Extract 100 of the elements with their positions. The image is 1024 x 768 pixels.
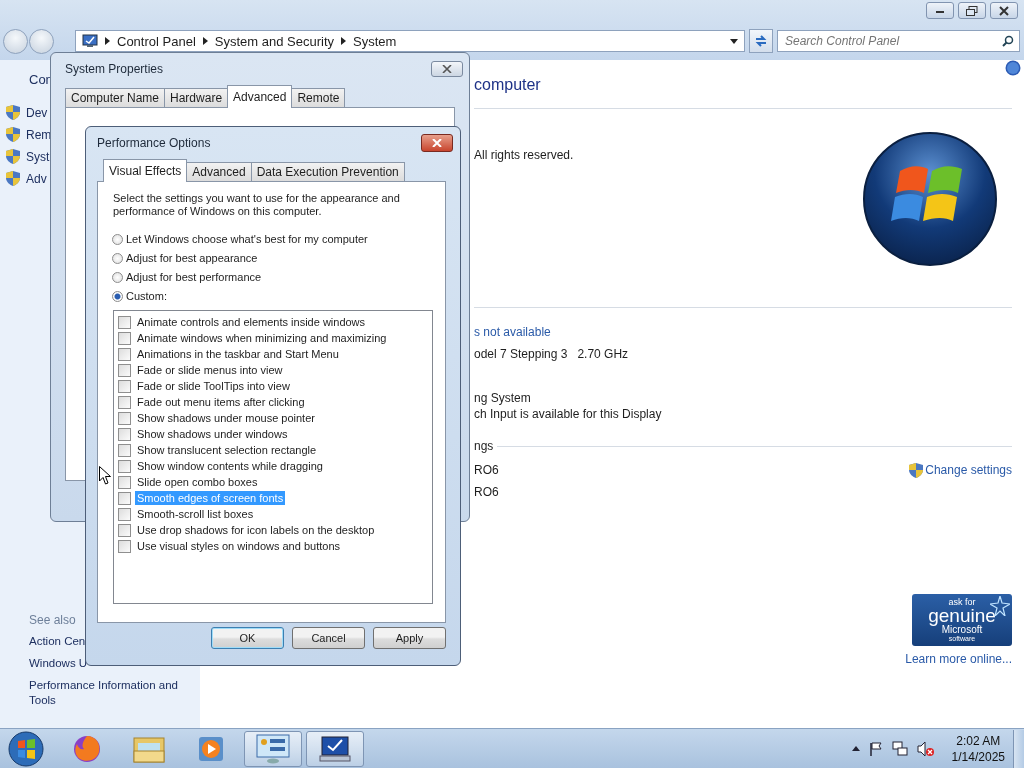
start-button[interactable] — [6, 728, 46, 768]
close-button[interactable] — [431, 61, 463, 77]
fox-globe-icon — [72, 733, 102, 764]
refresh-button[interactable] — [749, 29, 773, 53]
minimize-button[interactable] — [926, 2, 954, 19]
sidebar-link[interactable]: Dev — [26, 105, 48, 120]
close-icon — [999, 5, 1009, 16]
checkbox-label[interactable]: Animate controls and elements inside windows — [135, 315, 368, 329]
checkbox-label[interactable]: Show shadows under mouse pointer — [135, 411, 317, 425]
radio-label[interactable]: Let Windows choose what's best for my computer — [126, 233, 368, 245]
change-settings-link[interactable]: Change settings — [925, 463, 1012, 477]
system-type-text: ng System — [474, 390, 532, 406]
section-heading: ngs — [474, 438, 494, 454]
checkbox-label[interactable]: Fade out menu items after clicking — [135, 395, 307, 409]
shield-icon — [6, 149, 20, 164]
search-field[interactable]: Search Control Panel — [777, 30, 1020, 52]
shield-icon — [6, 105, 20, 120]
checkbox-label[interactable]: Show translucent selection rectangle — [135, 443, 319, 457]
sidebar-link[interactable]: Rem — [26, 127, 52, 142]
shield-icon — [6, 127, 20, 142]
checkbox-label[interactable]: Use drop shadows for icon labels on the desktop — [135, 523, 377, 537]
tab[interactable]: Computer Name — [65, 88, 166, 107]
forward-button[interactable] — [29, 28, 54, 54]
checkbox-label[interactable]: Animate windows when minimizing and maximizing — [135, 331, 389, 345]
description-text: Select the settings you want to use for the appearance and performance of Windows on this computer. — [113, 192, 401, 218]
checkbox-label[interactable]: Animations in the taskbar and Start Menu — [135, 347, 341, 361]
dropdown-arrow-icon[interactable] — [730, 38, 738, 44]
see-also-heading: See also — [29, 613, 77, 627]
checkbox-label[interactable]: Fade or slide menus into view — [135, 363, 285, 377]
checkbox-label[interactable]: Smooth-scroll list boxes — [135, 507, 256, 521]
dialog-button[interactable]: Cancel — [292, 627, 365, 649]
breadcrumb-item[interactable]: Control Panel — [117, 33, 196, 49]
learn-more-link[interactable]: Learn more online... — [905, 652, 1012, 666]
search-icon — [1002, 35, 1014, 47]
radio-label[interactable]: Adjust for best performance — [126, 271, 262, 283]
radio-button[interactable] — [112, 271, 123, 283]
tab[interactable]: Visual Effects — [103, 159, 188, 182]
radio-button[interactable] — [112, 233, 123, 245]
tab[interactable]: Remote — [291, 88, 346, 107]
restore-button[interactable] — [958, 2, 986, 19]
radio-button[interactable] — [112, 252, 123, 264]
checkbox-label[interactable]: Slide open combo boxes — [135, 475, 260, 489]
pen-touch-text: ch Input is available for this Display — [474, 406, 663, 422]
flag-icon[interactable] — [868, 741, 883, 756]
radio-button[interactable] — [112, 290, 123, 302]
show-desktop-button[interactable] — [1013, 729, 1024, 768]
checkbox[interactable] — [118, 475, 131, 489]
checkbox-label[interactable]: Show shadows under windows — [135, 427, 290, 441]
chevron-icon — [105, 37, 110, 45]
breadcrumb-item[interactable]: System and Security — [214, 33, 334, 49]
checkbox[interactable] — [118, 443, 131, 457]
checkbox[interactable] — [118, 507, 131, 521]
taskbar-button[interactable] — [244, 730, 302, 767]
computer-check-icon — [318, 734, 352, 763]
address-bar[interactable]: Control Panel System and Security System — [75, 30, 745, 52]
control-panel-icon — [82, 34, 98, 48]
checkbox[interactable] — [118, 379, 131, 393]
page-heading: computer — [474, 76, 542, 94]
checkbox[interactable] — [118, 459, 131, 473]
close-button[interactable] — [990, 2, 1018, 19]
checkbox[interactable] — [118, 331, 131, 345]
sidebar-link[interactable]: Syst — [26, 149, 50, 164]
checkbox[interactable] — [118, 315, 131, 329]
computer-name-text: RO6 — [474, 462, 499, 478]
back-button[interactable] — [3, 28, 28, 54]
checkbox-label[interactable]: Show window contents while dragging — [135, 459, 325, 473]
checkbox[interactable] — [118, 491, 131, 505]
dialog-button[interactable]: Apply — [373, 627, 446, 649]
dialog-button[interactable]: OK — [211, 627, 284, 649]
checkbox[interactable] — [118, 395, 131, 409]
checkbox[interactable] — [118, 411, 131, 425]
shield-icon — [6, 171, 20, 186]
badge-text: genuine — [928, 606, 996, 625]
clock[interactable]: 2:02 AM 1/14/2025 — [951, 732, 1005, 765]
checkbox[interactable] — [118, 523, 131, 537]
radio-label[interactable]: Custom: — [126, 290, 167, 302]
network-icon[interactable] — [891, 740, 908, 757]
tab[interactable]: Data Execution Prevention — [250, 162, 405, 181]
sidebar-link[interactable]: Adv — [26, 171, 47, 186]
taskbar-button[interactable] — [306, 730, 364, 767]
muted-speaker-icon[interactable] — [916, 740, 935, 757]
checkbox[interactable] — [118, 347, 131, 361]
tab[interactable]: Advanced — [186, 162, 252, 181]
show-hidden-icons-icon[interactable] — [851, 746, 860, 751]
checkbox-label[interactable]: Use visual styles on windows and buttons — [135, 539, 342, 553]
checkbox[interactable] — [118, 427, 131, 441]
checkbox[interactable] — [118, 363, 131, 377]
radio-label[interactable]: Adjust for best appearance — [126, 252, 258, 264]
close-icon — [442, 65, 452, 73]
breadcrumb-item[interactable]: System — [353, 33, 397, 49]
checkbox[interactable] — [118, 539, 131, 553]
dialog-title: Performance Options — [97, 136, 211, 150]
rating-link[interactable]: s not available — [474, 324, 1012, 340]
checkbox-label[interactable]: Fade or slide ToolTips into view — [135, 379, 292, 393]
tab[interactable]: Advanced — [227, 85, 293, 108]
folder-icon — [133, 734, 165, 763]
window-title: System Properties — [65, 62, 164, 76]
close-button[interactable] — [421, 134, 453, 152]
tab[interactable]: Hardware — [164, 88, 229, 107]
see-also-link[interactable]: Performance Information and Tools — [29, 678, 194, 708]
